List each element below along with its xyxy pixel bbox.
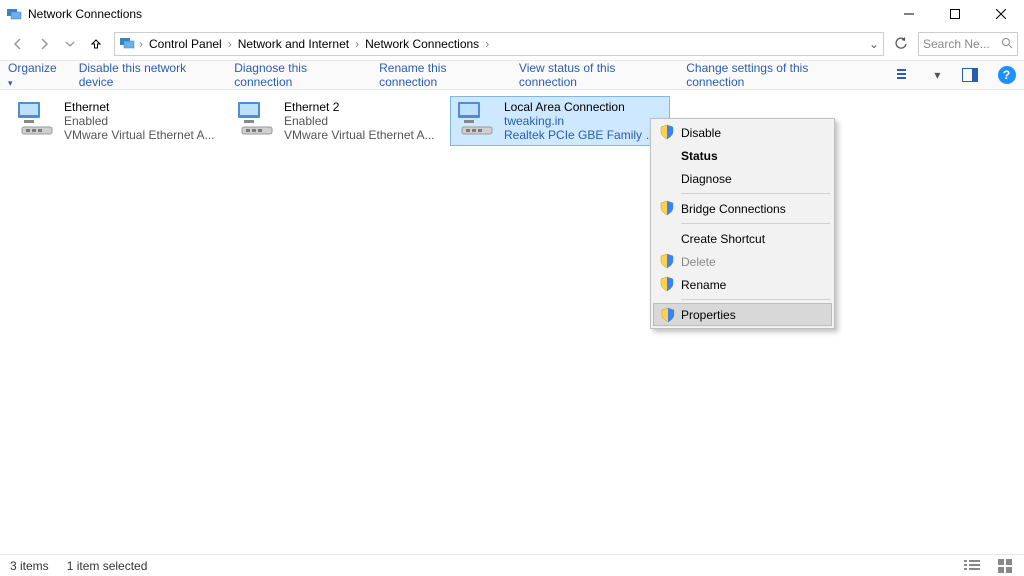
window-title: Network Connections (28, 7, 142, 21)
view-dropdown-icon[interactable]: ▾ (933, 65, 942, 85)
adapter-item[interactable]: Ethernet Enabled VMware Virtual Ethernet… (10, 96, 230, 146)
content-area: Ethernet Enabled VMware Virtual Ethernet… (0, 90, 1024, 554)
network-adapter-icon (16, 100, 56, 136)
cmd-rename[interactable]: Rename this connection (379, 61, 501, 89)
shield-icon (659, 276, 675, 292)
ctx-rename[interactable]: Rename (653, 273, 832, 296)
app-icon (6, 6, 22, 22)
chevron-right-icon: › (355, 37, 359, 51)
chevron-right-icon: › (228, 37, 232, 51)
shield-icon (659, 253, 675, 269)
nav-arrows (6, 32, 108, 56)
cmd-diagnose[interactable]: Diagnose this connection (234, 61, 361, 89)
ctx-disable[interactable]: Disable (653, 121, 832, 144)
address-bar[interactable]: › Control Panel › Network and Internet ›… (114, 32, 884, 56)
ctx-delete: Delete (653, 250, 832, 273)
adapter-name: Local Area Connection (504, 100, 664, 114)
cmd-disable-device[interactable]: Disable this network device (79, 61, 217, 89)
adapter-name: Ethernet 2 (284, 100, 435, 114)
cmd-change-settings[interactable]: Change settings of this connection (686, 61, 860, 89)
search-icon (1001, 37, 1013, 52)
status-item-count: 3 items (10, 559, 49, 573)
large-icons-view-icon[interactable] (998, 558, 1014, 574)
separator (681, 193, 830, 194)
preview-pane-button[interactable] (960, 65, 979, 85)
maximize-button[interactable] (932, 0, 978, 28)
title-bar: Network Connections (0, 0, 1024, 28)
network-adapter-icon (456, 100, 496, 136)
separator (681, 299, 830, 300)
crumb-network-internet[interactable]: Network and Internet (236, 37, 351, 51)
adapter-status: Enabled (64, 114, 215, 128)
organize-menu[interactable]: Organize (8, 61, 61, 89)
command-bar: Organize Disable this network device Dia… (0, 60, 1024, 90)
context-menu: Disable Status Diagnose Bridge Connectio… (650, 118, 835, 329)
ctx-bridge[interactable]: Bridge Connections (653, 197, 832, 220)
ctx-label: Disable (681, 126, 721, 140)
view-options-button[interactable] (896, 65, 915, 85)
ctx-label: Rename (681, 278, 726, 292)
adapter-status: Enabled (284, 114, 435, 128)
up-button[interactable] (84, 32, 108, 56)
ctx-label: Create Shortcut (681, 232, 765, 246)
location-icon (119, 35, 135, 54)
ctx-diagnose[interactable]: Diagnose (653, 167, 832, 190)
separator (681, 223, 830, 224)
shield-icon (660, 307, 676, 323)
forward-button[interactable] (32, 32, 56, 56)
status-selected-count: 1 item selected (67, 559, 148, 573)
search-placeholder: Search Ne... (923, 37, 990, 51)
ctx-properties[interactable]: Properties (653, 303, 832, 326)
adapter-device: VMware Virtual Ethernet A... (284, 128, 435, 142)
cmd-view-status[interactable]: View status of this connection (519, 61, 668, 89)
ctx-label: Diagnose (681, 172, 732, 186)
shield-icon (659, 200, 675, 216)
adapter-device: Realtek PCIe GBE Family C... (504, 128, 664, 142)
adapter-status: tweaking.in (504, 114, 664, 128)
shield-icon (659, 124, 675, 140)
ctx-status[interactable]: Status (653, 144, 832, 167)
adapter-name: Ethernet (64, 100, 215, 114)
ctx-label: Bridge Connections (681, 202, 786, 216)
nav-row: › Control Panel › Network and Internet ›… (0, 28, 1024, 60)
details-view-icon[interactable] (964, 558, 980, 574)
chevron-right-icon: › (485, 37, 489, 51)
ctx-label: Properties (681, 308, 736, 322)
status-bar: 3 items 1 item selected (0, 554, 1024, 576)
help-button[interactable]: ? (997, 65, 1016, 85)
back-button[interactable] (6, 32, 30, 56)
adapter-device: VMware Virtual Ethernet A... (64, 128, 215, 142)
history-dropdown-icon[interactable]: ⌄ (869, 37, 879, 51)
ctx-shortcut[interactable]: Create Shortcut (653, 227, 832, 250)
chevron-right-icon: › (139, 37, 143, 51)
close-button[interactable] (978, 0, 1024, 28)
adapter-item[interactable]: Ethernet 2 Enabled VMware Virtual Ethern… (230, 96, 450, 146)
network-adapter-icon (236, 100, 276, 136)
minimize-button[interactable] (886, 0, 932, 28)
ctx-label: Delete (681, 255, 716, 269)
crumb-control-panel[interactable]: Control Panel (147, 37, 224, 51)
ctx-label: Status (681, 149, 718, 163)
crumb-network-connections[interactable]: Network Connections (363, 37, 481, 51)
recent-dropdown[interactable] (58, 32, 82, 56)
adapter-item-selected[interactable]: Local Area Connection tweaking.in Realte… (450, 96, 670, 146)
refresh-button[interactable] (890, 33, 912, 55)
search-input[interactable]: Search Ne... (918, 32, 1018, 56)
